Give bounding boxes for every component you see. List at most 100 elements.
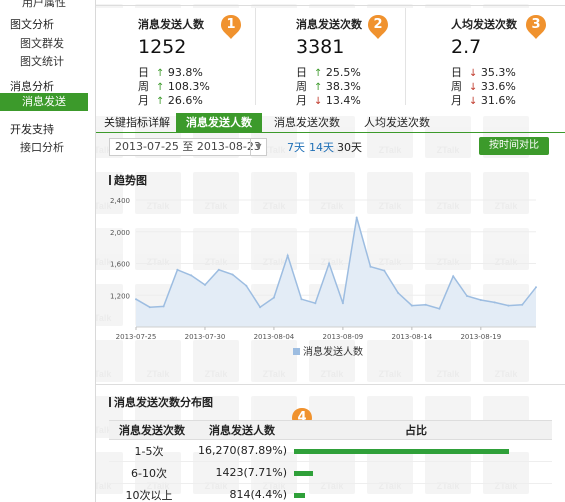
data-point bbox=[397, 291, 400, 294]
column-header-count: 消息发送次数 bbox=[119, 424, 185, 437]
x-tick-label: 2013-08-14 bbox=[392, 333, 433, 341]
data-point bbox=[438, 307, 441, 310]
sidebar-group-article: 图文分析 bbox=[10, 18, 54, 31]
sidebar-item-article-broadcast[interactable]: 图文群发 bbox=[20, 35, 64, 51]
y-tick-label: 1,200 bbox=[110, 292, 130, 300]
data-point bbox=[148, 306, 151, 309]
data-point bbox=[369, 265, 372, 268]
data-point bbox=[507, 304, 510, 307]
metric-change-month: 月 ↓ 13.4% bbox=[296, 94, 361, 107]
row-count: 1423(7.71%) bbox=[215, 466, 287, 479]
data-point bbox=[493, 301, 496, 304]
number-badge-icon: 1 bbox=[220, 14, 242, 40]
metric-change-month: 月 ↑ 26.6% bbox=[138, 94, 203, 107]
metric-tabs: 关键指标详解 消息发送人数 消息发送次数 人均发送次数 bbox=[96, 113, 565, 133]
x-tick-label: 2013-08-04 bbox=[254, 333, 295, 341]
y-tick-label: 2,000 bbox=[110, 229, 130, 237]
row-count: 16,270(87.89%) bbox=[197, 444, 287, 457]
data-point bbox=[424, 303, 427, 306]
data-point bbox=[231, 273, 234, 276]
data-point bbox=[272, 296, 275, 299]
data-point bbox=[217, 268, 220, 271]
sidebar-item-api-analysis[interactable]: 接口分析 bbox=[20, 139, 64, 155]
data-point bbox=[355, 216, 358, 219]
ratio-bar bbox=[294, 493, 305, 498]
chevron-down-icon[interactable]: ▼ bbox=[250, 139, 266, 155]
trend-chart: 1,200 1,600 2,000 2,400 2013-07-25 2013-07-30… bbox=[110, 197, 537, 358]
sidebar: 用户属性 图文分析 图文群发 图文统计 消息分析 消息发送 开发支持 接口分析 bbox=[0, 0, 95, 502]
sidebar-item-user-attributes[interactable]: 用户属性 bbox=[22, 0, 66, 10]
card-title: 消息发送次数 bbox=[296, 18, 362, 31]
metric-value: 2.7 bbox=[451, 36, 482, 58]
y-tick-label: 1,600 bbox=[110, 261, 130, 269]
row-label: 10次以上 bbox=[125, 488, 173, 502]
ratio-bar bbox=[294, 449, 510, 454]
ratio-bar bbox=[294, 471, 313, 476]
data-point bbox=[204, 283, 206, 286]
sidebar-group-message: 消息分析 bbox=[10, 80, 54, 93]
metric-value: 3381 bbox=[296, 36, 345, 58]
range-7-days[interactable]: 7天 bbox=[287, 139, 305, 155]
data-point bbox=[300, 298, 303, 301]
main-panel: 消息发送人数 1 1252 日 ↑ 93.8% 周 ↑ 108.3% 月 ↑ 26.6… bbox=[95, 0, 565, 502]
table-header: 消息发送次数 消息发送人数 占比 bbox=[109, 420, 552, 440]
column-header-users: 消息发送人数 bbox=[209, 424, 275, 437]
sidebar-item-article-stats[interactable]: 图文统计 bbox=[20, 53, 64, 69]
series-area bbox=[136, 217, 536, 327]
card-title: 消息发送人数 bbox=[138, 18, 204, 31]
table-row: 10次以上 814(4.4%) bbox=[109, 484, 552, 502]
x-tick-label: 2013-07-25 bbox=[116, 333, 157, 341]
data-point bbox=[410, 304, 413, 307]
data-point bbox=[383, 269, 386, 272]
data-point bbox=[135, 298, 137, 301]
x-tick-label: 2013-08-19 bbox=[460, 333, 501, 341]
table-row: 6-10次 1423(7.71%) bbox=[109, 462, 552, 484]
legend-swatch bbox=[293, 348, 300, 355]
number-badge-icon: 2 bbox=[367, 14, 389, 40]
data-point bbox=[521, 303, 524, 306]
data-point bbox=[259, 306, 262, 309]
data-point bbox=[452, 275, 455, 278]
metric-card-users: 消息发送人数 1 1252 日 ↑ 93.8% 周 ↑ 108.3% 月 ↑ 26.6… bbox=[96, 8, 256, 107]
legend-label: 消息发送人数 bbox=[303, 345, 363, 358]
data-point bbox=[535, 286, 537, 289]
tab-per-user-count[interactable]: 人均发送次数 bbox=[354, 113, 440, 133]
distribution-table: 消息发送次数 消息发送人数 占比 1-5次 16,270(87.89%) 6-10次… bbox=[109, 420, 552, 502]
tab-message-users[interactable]: 消息发送人数 bbox=[176, 113, 262, 133]
data-point bbox=[190, 274, 193, 277]
row-label: 6-10次 bbox=[131, 466, 167, 480]
tab-key-metrics[interactable]: 关键指标详解 bbox=[100, 113, 174, 133]
column-header-ratio: 占比 bbox=[405, 424, 427, 437]
range-14-days[interactable]: 14天 bbox=[309, 139, 334, 155]
data-point bbox=[341, 302, 344, 305]
metric-change-month: 月 ↓ 31.6% bbox=[451, 94, 516, 107]
sidebar-group-dev: 开发支持 bbox=[10, 123, 54, 136]
compare-time-button[interactable]: 按时间对比 bbox=[479, 137, 549, 155]
table-row: 1-5次 16,270(87.89%) bbox=[109, 440, 552, 462]
divider bbox=[96, 5, 565, 6]
card-title: 人均发送次数 bbox=[451, 18, 517, 31]
trend-title: 趋势图 bbox=[109, 172, 147, 188]
metric-card-per-user: 人均发送次数 3 2.7 日 ↓ 35.3% 周 ↓ 33.6% 月 ↓ 31.6% bbox=[406, 8, 565, 107]
data-point bbox=[176, 268, 179, 271]
range-30-days[interactable]: 30天 bbox=[337, 139, 362, 155]
data-point bbox=[286, 254, 289, 257]
tab-message-count[interactable]: 消息发送次数 bbox=[266, 113, 348, 133]
number-badge-icon: 3 bbox=[525, 14, 547, 40]
data-point bbox=[328, 262, 331, 265]
sidebar-item-message-send[interactable]: 消息发送 bbox=[0, 93, 88, 111]
metric-value: 1252 bbox=[138, 36, 187, 58]
date-range-picker[interactable]: 2013-07-25 至 2013-08-23 ▼ bbox=[109, 138, 267, 156]
distribution-title: 消息发送次数分布图 bbox=[109, 394, 213, 410]
metric-card-messages: 消息发送次数 2 3381 日 ↑ 25.5% 周 ↑ 38.3% 月 ↓ 13.4% bbox=[256, 8, 406, 107]
data-point bbox=[466, 295, 468, 297]
x-tick-label: 2013-07-30 bbox=[185, 333, 226, 341]
row-label: 1-5次 bbox=[134, 444, 164, 458]
divider bbox=[96, 384, 565, 385]
data-point bbox=[162, 305, 165, 308]
y-tick-label: 2,400 bbox=[110, 197, 130, 205]
data-point bbox=[245, 284, 248, 287]
date-range-value: 2013-07-25 至 2013-08-23 bbox=[115, 140, 261, 153]
data-point bbox=[314, 302, 317, 305]
x-tick-label: 2013-08-09 bbox=[323, 333, 364, 341]
